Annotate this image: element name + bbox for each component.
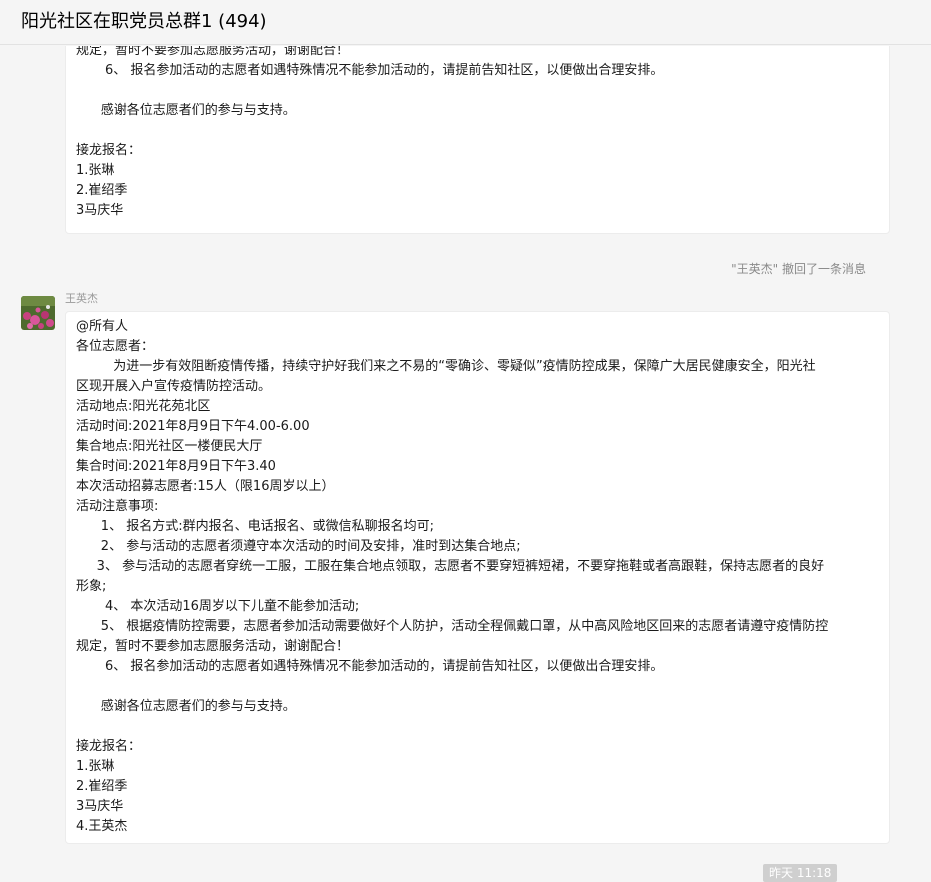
message-line: 本次活动招募志愿者:15人（限16周岁以上） xyxy=(76,479,335,494)
message-bubble[interactable]: @所有人各位志愿者： 为进一步有效阻断疫情传播，持续守护好我们来之不易的“零确诊… xyxy=(65,311,890,844)
message-bubble[interactable]: 规定，暂时不要参加志愿服务活动，谢谢配合！ 6、 报名参加活动的志愿者如遇特殊情… xyxy=(65,46,890,234)
message-line: 3马庆华 xyxy=(76,203,124,218)
message-line: 为进一步有效阻断疫情传播，持续守护好我们来之不易的“零确诊、零疑似”疫情防控成果… xyxy=(76,359,816,374)
avatar-flowers-image xyxy=(21,296,55,330)
message-line: 规定，暂时不要参加志愿服务活动，谢谢配合！ xyxy=(76,639,350,654)
message-line xyxy=(76,677,879,697)
message-line: 接龙报名： xyxy=(76,739,142,754)
message-line: 3、 参与活动的志愿者穿统一工服，工服在集合地点领取，志愿者不要穿短裤短裙，不要… xyxy=(76,559,825,574)
message-line: 感谢各位志愿者们的参与与支持。 xyxy=(76,103,296,118)
message-line: 各位志愿者： xyxy=(76,339,155,354)
chat-header: 阳光社区在职党员总群1 (494) xyxy=(0,0,931,45)
recall-notice: "王英杰" 撤回了一条消息 xyxy=(731,262,866,276)
message-line: 6、 报名参加活动的志愿者如遇特殊情况不能参加活动的，请提前告知社区，以便做出合… xyxy=(76,63,664,78)
message-line: 形象; xyxy=(76,579,107,594)
chat-title[interactable]: 阳光社区在职党员总群1 (494) xyxy=(21,10,267,34)
message-line: @所有人 xyxy=(76,319,129,334)
message-line: 集合地点:阳光社区一楼便民大厅 xyxy=(76,439,263,454)
message-line: 接龙报名： xyxy=(76,143,142,158)
message-line: 2、 参与活动的志愿者须遵守本次活动的时间及安排，准时到达集合地点; xyxy=(76,539,521,554)
message-line: 1.张琳 xyxy=(76,759,115,774)
message-line: 集合时间:2021年8月9日下午3.40 xyxy=(76,459,276,474)
message-line: 1、 报名方式:群内报名、电话报名、或微信私聊报名均可; xyxy=(76,519,434,534)
message-line: 区现开展入户宣传疫情防控活动。 xyxy=(76,379,272,394)
message-line: 4、 本次活动16周岁以下儿童不能参加活动; xyxy=(76,599,360,614)
message-line: 2.崔绍季 xyxy=(76,779,128,794)
timestamp-badge: 昨天 11:18 xyxy=(763,864,838,882)
message-line: 5、 根据疫情防控需要，志愿者参加活动需要做好个人防护，活动全程佩戴口罩，从中高… xyxy=(76,619,829,634)
message-line: 活动时间:2021年8月9日下午4.00-6.00 xyxy=(76,419,310,434)
message-line: 规定，暂时不要参加志愿服务活动，谢谢配合！ xyxy=(76,46,350,58)
message-line: 4.王英杰 xyxy=(76,819,128,834)
message-line: 2.崔绍季 xyxy=(76,183,128,198)
message-line: 感谢各位志愿者们的参与与支持。 xyxy=(76,699,296,714)
message-line xyxy=(76,717,879,737)
avatar[interactable] xyxy=(21,296,55,330)
message-line: 活动地点:阳光花苑北区 xyxy=(76,399,211,414)
message-line: 活动注意事项: xyxy=(76,499,159,514)
message-line xyxy=(76,121,879,141)
message-line: 6、 报名参加活动的志愿者如遇特殊情况不能参加活动的，请提前告知社区，以便做出合… xyxy=(76,659,664,674)
message-line xyxy=(76,81,879,101)
message-line: 3马庆华 xyxy=(76,799,124,814)
message-line: 1.张琳 xyxy=(76,163,115,178)
sender-name[interactable]: 王英杰 xyxy=(65,292,98,306)
message-list[interactable]: 规定，暂时不要参加志愿服务活动，谢谢配合！ 6、 报名参加活动的志愿者如遇特殊情… xyxy=(0,46,931,882)
